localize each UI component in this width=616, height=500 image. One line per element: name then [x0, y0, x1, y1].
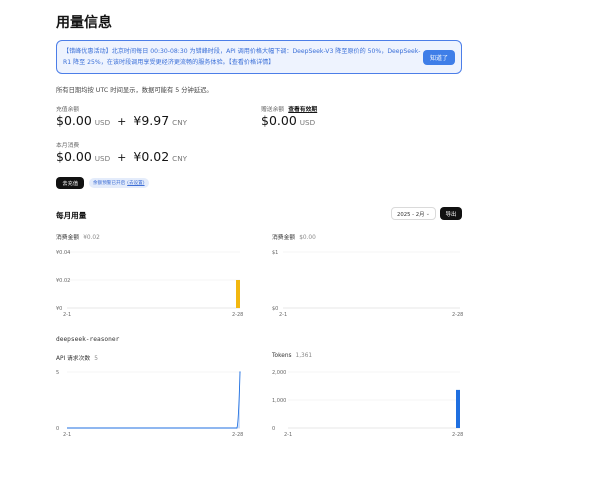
tokens-stat: Tokens 1,361	[272, 353, 312, 359]
recharge-usd: $0.00	[56, 113, 92, 128]
balance-alert-text: 余额预警已开启	[93, 181, 126, 186]
monthly-usage-title: 每月用量	[56, 211, 87, 220]
gift-usd: $0.00	[261, 113, 297, 128]
month-select[interactable]: 2025 - 2月 ⌄	[391, 207, 436, 220]
x-tick-label: 2-28	[232, 432, 243, 438]
x-tick-label: 2-28	[232, 312, 243, 318]
monthly-spend-label: 本月消费	[56, 143, 80, 149]
usd-unit: USD	[94, 154, 111, 163]
y-tick-label: $0	[272, 306, 278, 312]
api-requests-label: API 请求次数	[56, 356, 91, 362]
notice-text: 【错峰优惠活动】北京时间每日 00:30-08:30 为错峰时段，API 调用价…	[63, 48, 421, 66]
utc-note: 所有日期均按 UTC 时间显示，数据可能有 5 分钟延迟。	[56, 87, 213, 94]
y-tick-label: 5	[56, 370, 59, 376]
tokens-value: 1,361	[295, 353, 313, 359]
chart-bar[interactable]	[456, 389, 460, 428]
cost-cny-label: 消费金额	[56, 235, 80, 241]
x-tick-label: 2-1	[284, 432, 292, 438]
usd-unit: USD	[94, 118, 111, 127]
gift-balance-label: 赠送余额 查看有效期	[261, 104, 317, 113]
y-tick-label: ¥0.04	[56, 250, 70, 256]
monthly-spend-value: $0.00 USD + ¥0.02 CNY	[56, 149, 187, 164]
usd-unit: USD	[299, 118, 316, 127]
recharge-button[interactable]: 去充值	[56, 177, 84, 189]
y-tick-label: 0	[56, 426, 59, 432]
x-tick-label: 2-28	[452, 432, 463, 438]
chevron-down-icon: ⌄	[425, 211, 430, 217]
cny-unit: CNY	[172, 118, 187, 127]
series-line	[67, 371, 241, 429]
tokens-chart: 0 1,000 2,000 2-1 2-28	[272, 370, 463, 438]
cost-cny-value: ¥0.02	[83, 235, 100, 241]
area-fill	[67, 372, 240, 428]
recharge-balance-value: $0.00 USD + ¥9.97 CNY	[56, 113, 187, 128]
plus-sign: +	[117, 115, 127, 128]
y-tick-label: 1,000	[272, 398, 286, 404]
y-tick-label: ¥0	[56, 306, 62, 312]
month-select-value: 2025 - 2月	[397, 211, 425, 218]
x-tick-label: 2-1	[279, 312, 287, 318]
gift-balance-value: $0.00 USD	[261, 113, 315, 128]
recharge-button-label: 去充值	[62, 181, 78, 187]
y-tick-label: 0	[272, 426, 275, 432]
data-point[interactable]	[236, 427, 238, 429]
cost-usd-label: 消费金额	[272, 235, 296, 241]
api-requests-stat: API 请求次数 5	[56, 353, 98, 362]
model-name: deepseek-reasoner	[56, 336, 120, 343]
recharge-cny: ¥9.97	[133, 113, 170, 128]
y-tick-label: $1	[272, 250, 278, 256]
chart-bar[interactable]	[236, 280, 240, 308]
monthly-cny: ¥0.02	[133, 149, 170, 164]
dismiss-notice-button[interactable]: 知道了	[423, 50, 455, 65]
monthly-usd: $0.00	[56, 149, 92, 164]
y-tick-label: 2,000	[272, 370, 286, 376]
cost-usd-chart: $0 $1 2-1 2-28	[272, 250, 463, 318]
cost-cny-stat: 消费金额 ¥0.02	[56, 232, 100, 241]
api-requests-chart: 0 5 2-1 2-28	[56, 370, 243, 438]
plus-sign: +	[117, 151, 127, 164]
cost-usd-stat: 消费金额 $0.00	[272, 232, 316, 241]
x-tick-label: 2-28	[452, 312, 463, 318]
recharge-balance-label: 充值余额	[56, 107, 80, 113]
cost-cny-chart: ¥0 ¥0.02 ¥0.04 2-1 2-28	[56, 250, 243, 318]
export-button[interactable]: 导出	[440, 207, 462, 220]
api-requests-value: 5	[94, 356, 98, 362]
cost-usd-value: $0.00	[299, 235, 316, 241]
y-tick-label: ¥0.02	[56, 278, 70, 284]
data-point[interactable]	[239, 371, 241, 373]
balance-alert-pill: 余额预警已开启 (去设置)	[89, 178, 149, 188]
cny-unit: CNY	[172, 154, 187, 163]
alert-settings-link[interactable]: (去设置)	[127, 180, 144, 186]
tokens-label: Tokens	[272, 353, 292, 359]
page-title: 用量信息	[56, 15, 112, 31]
x-tick-label: 2-1	[63, 312, 71, 318]
x-tick-label: 2-1	[63, 432, 71, 438]
promo-notice: 【错峰优惠活动】北京时间每日 00:30-08:30 为错峰时段，API 调用价…	[56, 40, 462, 74]
